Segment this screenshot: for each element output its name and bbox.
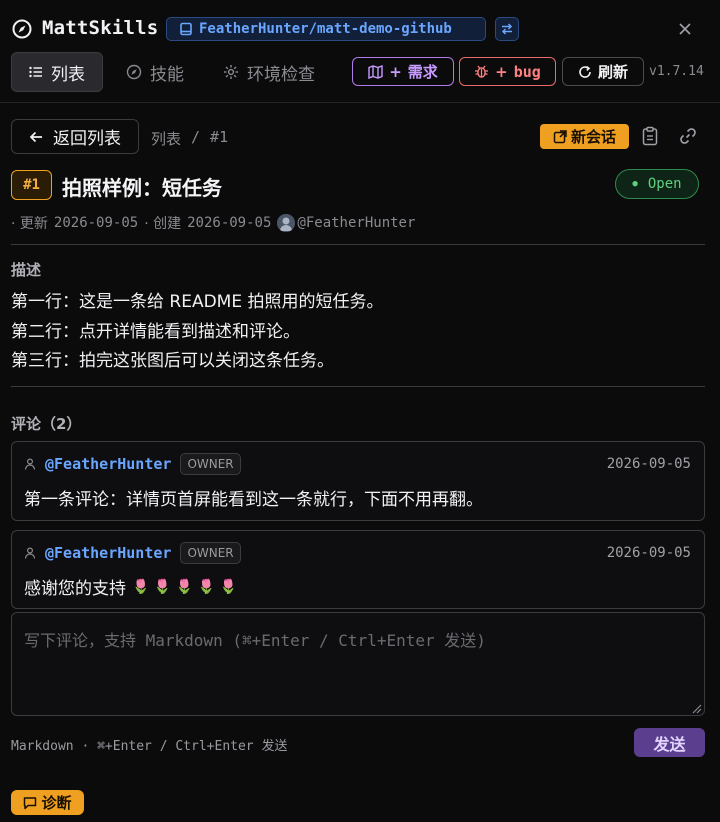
author-name[interactable]: @FeatherHunter: [297, 215, 415, 231]
new-window-icon: [553, 129, 567, 143]
tab-env-check[interactable]: 环境检查: [223, 52, 315, 92]
description-label: 描述: [11, 261, 42, 279]
link-icon[interactable]: [678, 126, 698, 146]
divider: [11, 244, 705, 245]
bug-icon: [475, 65, 489, 78]
issue-number-badge: #1: [11, 170, 52, 200]
tab-label: 技能: [150, 64, 184, 85]
new-session-button[interactable]: 新会话: [540, 124, 629, 149]
plus-text: +: [389, 62, 402, 81]
breadcrumb-current: #1: [210, 128, 229, 146]
refresh-button[interactable]: 刷新: [562, 57, 644, 86]
user-icon: [24, 458, 36, 470]
send-button[interactable]: 发送: [634, 728, 705, 757]
comment-author[interactable]: @FeatherHunter: [45, 455, 171, 473]
top-nav: 列表 技能 环境检查 + 需求 + bug 刷新 v1.7.14: [0, 50, 720, 103]
bug-label: bug: [513, 62, 541, 81]
created-label: · 创建: [144, 216, 182, 232]
status-label: Open: [647, 176, 682, 192]
tab-list[interactable]: 列表: [11, 52, 103, 92]
repo-name: FeatherHunter/matt-demo-github: [199, 21, 452, 37]
comments-label: 评论（2）: [11, 415, 82, 433]
list-icon: [29, 66, 42, 78]
comment-date: 2026-09-05: [606, 545, 691, 561]
comment-card: @FeatherHunter OWNER 2026-09-05 第一条评论：详情…: [11, 441, 705, 521]
new-session-label: 新会话: [570, 128, 616, 146]
requirement-label: 需求: [407, 63, 438, 81]
breadcrumb-separator: /: [191, 128, 201, 146]
gear-icon: [224, 65, 238, 79]
description-line: 第三行：拍完这张图后可以关闭这条任务。: [11, 351, 334, 371]
comment-text: 感谢您的支持: [24, 579, 126, 599]
comment-body: 感谢您的支持 🌷 🌷 🌷 🌷 🌷: [24, 574, 237, 600]
chat-icon: [24, 796, 37, 809]
updated-date: 2026-09-05: [53, 215, 139, 231]
add-requirement-button[interactable]: + 需求: [352, 57, 454, 86]
arrow-left-icon: [29, 131, 42, 142]
description-line: 第一行：这是一条给 README 拍照用的短任务。: [11, 292, 384, 312]
tab-label: 列表: [51, 64, 85, 85]
updated-label: · 更新: [11, 216, 48, 232]
add-bug-button[interactable]: + bug: [459, 57, 556, 86]
divider: [11, 386, 705, 387]
composer-hint: Markdown · ⌘+Enter / Ctrl+Enter 发送: [11, 739, 288, 754]
version-label: v1.7.14: [649, 64, 704, 79]
comment-date: 2026-09-05: [606, 456, 691, 472]
created-date: 2026-09-05: [187, 215, 272, 231]
tab-label: 环境检查: [247, 64, 315, 85]
comment-header: @FeatherHunter OWNER: [24, 542, 241, 564]
comment-header: @FeatherHunter OWNER: [24, 453, 241, 475]
status-badge: ● Open: [615, 169, 699, 199]
tab-skills[interactable]: 技能: [126, 52, 184, 92]
issue-meta: · 更新 2026-09-05 · 创建 2026-09-05 @Feather…: [11, 213, 415, 233]
clipboard-icon[interactable]: [641, 126, 659, 146]
refresh-label: 刷新: [597, 63, 628, 81]
swap-icon: [501, 23, 513, 35]
user-icon: [24, 547, 36, 559]
repo-selector[interactable]: FeatherHunter/matt-demo-github: [166, 17, 486, 41]
diagnose-button[interactable]: 诊断: [11, 790, 84, 815]
comment-author[interactable]: @FeatherHunter: [45, 544, 171, 562]
swap-repo-button[interactable]: [495, 17, 519, 41]
avatar: [277, 214, 296, 232]
comment-card: @FeatherHunter OWNER 2026-09-05 感谢您的支持 🌷…: [11, 530, 705, 609]
owner-badge: OWNER: [180, 542, 241, 564]
diagnose-label: 诊断: [41, 794, 72, 812]
plus-text: +: [495, 62, 508, 81]
comment-body: 第一条评论：详情页首屏能看到这一条就行，下面不用再翻。: [24, 485, 483, 510]
tulip-emoji: 🌷 🌷 🌷 🌷 🌷: [132, 578, 237, 595]
back-to-list-button[interactable]: 返回列表: [11, 119, 139, 154]
status-dot-icon: ●: [632, 179, 638, 189]
map-icon: [368, 64, 383, 79]
description-line: 第二行：点开详情能看到描述和评论。: [11, 322, 300, 342]
compass-icon: [12, 19, 32, 39]
refresh-icon: [579, 65, 591, 78]
breadcrumb-root[interactable]: 列表: [151, 128, 181, 149]
back-label: 返回列表: [53, 129, 121, 149]
compass-icon: [126, 64, 142, 80]
app-name: MattSkills: [42, 17, 159, 39]
comment-text: 第一条评论：详情页首屏能看到这一条就行，下面不用再翻。: [24, 490, 483, 510]
resize-handle-icon[interactable]: [690, 702, 702, 714]
owner-badge: OWNER: [180, 453, 241, 475]
breadcrumb: 列表 / #1: [151, 128, 228, 149]
comment-input[interactable]: [11, 612, 705, 716]
issue-title: 拍照样例：短任务: [62, 176, 222, 200]
repo-icon: [180, 22, 192, 36]
close-icon[interactable]: [676, 20, 694, 38]
